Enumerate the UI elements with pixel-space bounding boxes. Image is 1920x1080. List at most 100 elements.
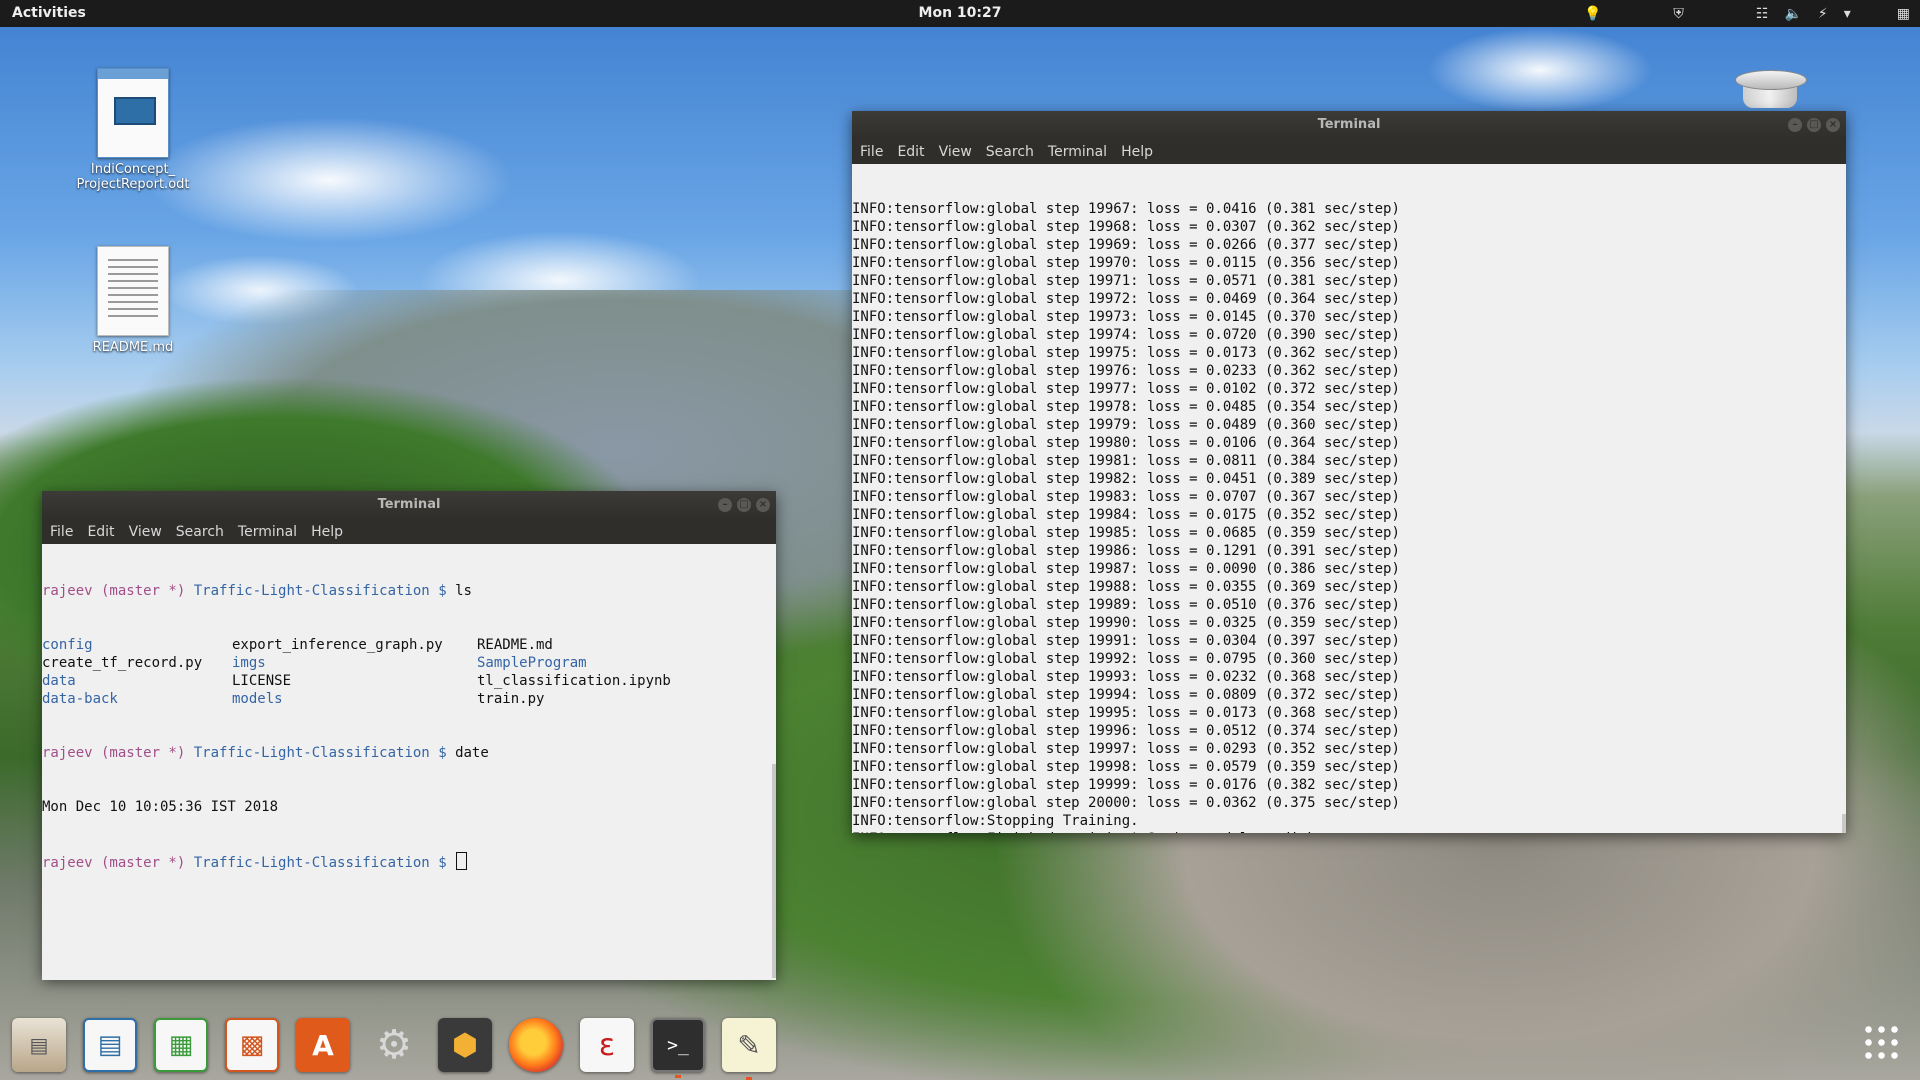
- scrollbar[interactable]: [772, 764, 776, 978]
- ls-row: data LICENSE tl_classification.ipynb: [42, 672, 776, 690]
- running-indicator: [675, 1075, 681, 1078]
- ls-entry: train.py: [477, 691, 545, 707]
- log-line: INFO:tensorflow:global step 19969: loss …: [852, 237, 1400, 253]
- retext-icon[interactable]: ε: [580, 1018, 634, 1072]
- trash-icon[interactable]: [1735, 70, 1807, 110]
- prompt-line: rajeev (master *) Traffic-Light-Classifi…: [42, 744, 776, 762]
- log-line: INFO:tensorflow:global step 19976: loss …: [852, 363, 1400, 379]
- libreoffice-impress-icon[interactable]: ▩: [225, 1018, 279, 1072]
- window-title: Terminal: [377, 497, 441, 512]
- ls-row: data-back models train.py: [42, 690, 776, 708]
- log-line: INFO:tensorflow:global step 19981: loss …: [852, 453, 1400, 469]
- terminal-output[interactable]: rajeev (master *) Traffic-Light-Classifi…: [42, 544, 776, 980]
- menu-help[interactable]: Help: [311, 524, 343, 540]
- log-line: INFO:tensorflow:Finished training! Savin…: [852, 830, 1846, 833]
- desktop-file-label: README.md: [92, 340, 174, 355]
- shield-icon[interactable]: ⛨: [1673, 6, 1684, 22]
- log-line: INFO:tensorflow:global step 19970: loss …: [852, 255, 1400, 271]
- show-applications-icon[interactable]: [1862, 1023, 1902, 1063]
- libreoffice-writer-icon[interactable]: ▤: [83, 1018, 137, 1072]
- ls-entry: data: [42, 673, 76, 689]
- ls-entry: SampleProgram: [477, 655, 587, 671]
- desktop-file-project-report[interactable]: IndiConcept_ ProjectReport.odt: [68, 68, 198, 192]
- menu-terminal[interactable]: Terminal: [1048, 144, 1107, 160]
- text-editor-icon[interactable]: ✎: [722, 1018, 776, 1080]
- desktop-file-readme[interactable]: README.md: [68, 246, 198, 355]
- lightbulb-icon[interactable]: 💡: [1584, 6, 1601, 22]
- prompt-line: rajeev (master *) Traffic-Light-Classifi…: [42, 582, 776, 600]
- maximize-icon[interactable]: □: [1807, 118, 1821, 132]
- files-icon[interactable]: ▤: [12, 1018, 66, 1072]
- ls-entry: LICENSE: [232, 673, 292, 689]
- doc-lines: [108, 259, 158, 319]
- menu-search[interactable]: Search: [986, 144, 1034, 160]
- log-line: INFO:tensorflow:global step 19991: loss …: [852, 633, 1400, 649]
- terminal-window-large[interactable]: Terminal – □ × File Edit View Search Ter…: [852, 111, 1846, 833]
- settings-icon[interactable]: ⚙: [367, 1018, 421, 1072]
- maximize-icon[interactable]: □: [737, 498, 751, 512]
- ls-entry: tl_classification.ipynb: [477, 673, 671, 689]
- close-icon[interactable]: ×: [756, 498, 770, 512]
- log-line: INFO:tensorflow:global step 19975: loss …: [852, 345, 1400, 361]
- libreoffice-calc-icon[interactable]: ▦: [154, 1018, 208, 1072]
- network-icon[interactable]: ☷: [1756, 6, 1769, 22]
- log-line: INFO:tensorflow:global step 19996: loss …: [852, 723, 1400, 739]
- scrollbar[interactable]: [1842, 814, 1846, 833]
- window-title: Terminal: [1317, 117, 1381, 132]
- window-titlebar[interactable]: Terminal – □ ×: [852, 111, 1846, 139]
- menu-view[interactable]: View: [939, 144, 972, 160]
- terminal-window-small[interactable]: Terminal – □ × File Edit View Search Ter…: [42, 491, 776, 980]
- terminal-output[interactable]: INFO:tensorflow:global step 19967: loss …: [852, 164, 1846, 833]
- clock[interactable]: Mon 10:27: [919, 5, 1002, 21]
- menu-edit[interactable]: Edit: [87, 524, 114, 540]
- menu-terminal[interactable]: Terminal: [238, 524, 297, 540]
- ubuntu-software-icon[interactable]: A: [296, 1018, 350, 1072]
- ls-entry: models: [232, 691, 283, 707]
- menu-search[interactable]: Search: [176, 524, 224, 540]
- log-line: INFO:tensorflow:global step 19990: loss …: [852, 615, 1400, 631]
- ls-entry: export_inference_graph.py: [232, 637, 443, 653]
- volume-icon[interactable]: 🔈: [1784, 6, 1801, 22]
- virtualbox-icon[interactable]: ⬢: [438, 1018, 492, 1072]
- text-cursor: [456, 852, 468, 870]
- log-line: INFO:tensorflow:global step 19972: loss …: [852, 291, 1400, 307]
- prompt-dir: Traffic-Light-Classification: [193, 583, 430, 599]
- log-line: INFO:tensorflow:global step 19994: loss …: [852, 687, 1400, 703]
- log-line: INFO:tensorflow:global step 19989: loss …: [852, 597, 1400, 613]
- grid-icon[interactable]: ▦: [1897, 6, 1910, 22]
- top-bar: Activities Mon 10:27 💡 ⛨ ☷ 🔈 ⚡ ▾ ▦: [0, 0, 1920, 27]
- odt-document-icon: [97, 68, 169, 158]
- prompt-symbol: $: [438, 855, 447, 871]
- menu-file[interactable]: File: [50, 524, 73, 540]
- doc-picture: [114, 97, 156, 125]
- prompt-user: rajeev (master *): [42, 745, 186, 761]
- command: date: [455, 745, 489, 761]
- log-line: INFO:tensorflow:global step 19967: loss …: [852, 201, 1400, 217]
- log-line: INFO:tensorflow:Stopping Training.: [852, 813, 1139, 829]
- window-controls: – □ ×: [718, 498, 770, 512]
- ls-row: config export_inference_graph.py README.md: [42, 636, 776, 654]
- log-line: INFO:tensorflow:global step 19982: loss …: [852, 471, 1400, 487]
- command: ls: [455, 583, 472, 599]
- firefox-icon[interactable]: [509, 1018, 563, 1072]
- minimize-icon[interactable]: –: [1788, 118, 1802, 132]
- log-line: INFO:tensorflow:global step 19993: loss …: [852, 669, 1400, 685]
- ls-entry: data-back: [42, 691, 118, 707]
- terminal-icon[interactable]: >_: [651, 1018, 705, 1078]
- prompt-user: rajeev (master *): [42, 583, 186, 599]
- text-document-icon: [97, 246, 169, 336]
- menu-view[interactable]: View: [129, 524, 162, 540]
- minimize-icon[interactable]: –: [718, 498, 732, 512]
- prompt-line: rajeev (master *) Traffic-Light-Classifi…: [42, 852, 776, 871]
- system-tray: 💡 ⛨ ☷ 🔈 ⚡ ▾ ▦: [1584, 3, 1910, 25]
- menu-file[interactable]: File: [860, 144, 883, 160]
- prompt-symbol: $: [438, 745, 447, 761]
- menu-edit[interactable]: Edit: [897, 144, 924, 160]
- log-line: INFO:tensorflow:global step 19978: loss …: [852, 399, 1400, 415]
- close-icon[interactable]: ×: [1826, 118, 1840, 132]
- battery-icon[interactable]: ⚡: [1818, 6, 1828, 22]
- chevron-down-icon[interactable]: ▾: [1844, 6, 1851, 22]
- menu-bar: File Edit View Search Terminal Help: [852, 139, 1846, 164]
- window-titlebar[interactable]: Terminal – □ ×: [42, 491, 776, 519]
- menu-help[interactable]: Help: [1121, 144, 1153, 160]
